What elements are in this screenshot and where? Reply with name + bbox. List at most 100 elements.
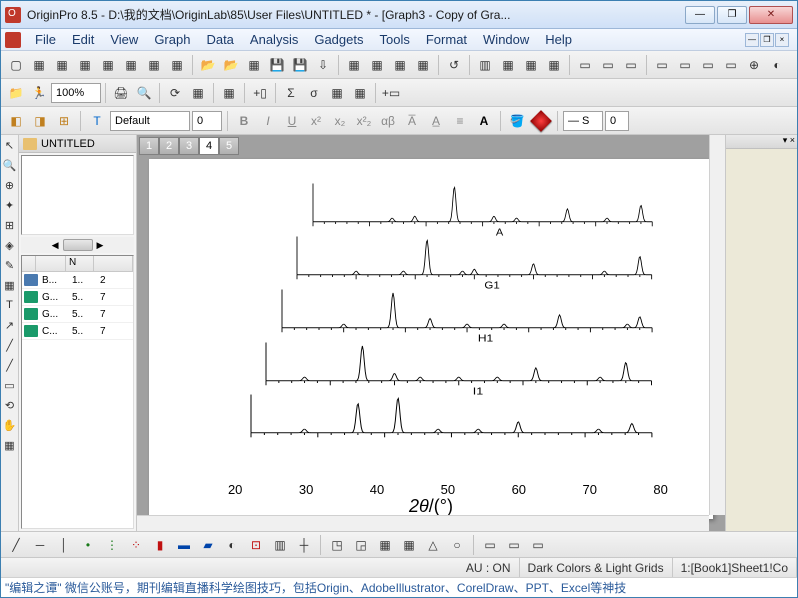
align-button[interactable]: ≡ bbox=[449, 110, 471, 132]
minimize-button[interactable]: ― bbox=[685, 6, 715, 24]
underline-button[interactable]: U bbox=[281, 110, 303, 132]
new-matrix-button[interactable]: ▦ bbox=[97, 54, 119, 76]
new-excel-button[interactable]: ▦ bbox=[51, 54, 73, 76]
layer-tab-3[interactable]: 3 bbox=[179, 137, 199, 155]
panel-close-icon[interactable]: ▾ × bbox=[783, 135, 795, 148]
axis-button[interactable]: ⊞ bbox=[53, 110, 75, 132]
menu-analysis[interactable]: Analysis bbox=[242, 30, 306, 49]
scatter-plot-button[interactable]: • bbox=[77, 534, 99, 556]
draw-tool-icon[interactable]: ✎ bbox=[2, 257, 18, 273]
stats3-button[interactable]: ▦ bbox=[326, 82, 348, 104]
refresh-button[interactable]: ↺ bbox=[443, 54, 465, 76]
zoom-combo[interactable]: 100% bbox=[51, 83, 101, 103]
tree-scrollbar[interactable]: ◀ ▶ bbox=[21, 237, 134, 253]
line-tool-icon[interactable]: ╱ bbox=[2, 337, 18, 353]
contour-button[interactable]: ◳ bbox=[326, 534, 348, 556]
menu-graph[interactable]: Graph bbox=[146, 30, 198, 49]
list-item[interactable]: C...5..7 bbox=[22, 323, 133, 340]
template2-button[interactable]: ▭ bbox=[503, 534, 525, 556]
data-reader-icon[interactable]: ⊞ bbox=[2, 217, 18, 233]
add-inset-button[interactable]: ▭ bbox=[697, 54, 719, 76]
bold-button[interactable]: B bbox=[233, 110, 255, 132]
italic-button[interactable]: I bbox=[257, 110, 279, 132]
project-tree[interactable] bbox=[21, 155, 134, 235]
import-single-button[interactable]: ▦ bbox=[366, 54, 388, 76]
arrow-tool-icon[interactable]: ↗ bbox=[2, 317, 18, 333]
menu-help[interactable]: Help bbox=[537, 30, 580, 49]
text-tool-button[interactable]: T bbox=[86, 110, 108, 132]
template3-button[interactable]: ▭ bbox=[527, 534, 549, 556]
add-inset2-button[interactable]: ▭ bbox=[720, 54, 742, 76]
supersubscript-button[interactable]: x²₂ bbox=[353, 110, 375, 132]
line-color-button[interactable] bbox=[530, 110, 552, 132]
3d-button[interactable]: ◲ bbox=[350, 534, 372, 556]
layout4-button[interactable]: ▦ bbox=[543, 54, 565, 76]
stats2-button[interactable]: σ bbox=[303, 82, 325, 104]
import-button[interactable]: ⇩ bbox=[312, 54, 334, 76]
subscript-button[interactable]: x₂ bbox=[329, 110, 351, 132]
stock-button[interactable]: ┼ bbox=[293, 534, 315, 556]
decrease-font-button[interactable]: A̲ bbox=[425, 110, 447, 132]
menu-tools[interactable]: Tools bbox=[372, 30, 418, 49]
code-builder-button[interactable]: ▦ bbox=[187, 82, 209, 104]
print-button[interactable]: 🖨 bbox=[110, 82, 132, 104]
increase-font-button[interactable]: A̅ bbox=[401, 110, 423, 132]
workbook-list[interactable]: N B...1..2G...5..7G...5..7C...5..7 bbox=[21, 255, 134, 529]
recalc-button[interactable]: ⟳ bbox=[164, 82, 186, 104]
layer-tab-1[interactable]: 1 bbox=[139, 137, 159, 155]
pointer-tool-icon[interactable]: ↖ bbox=[2, 137, 18, 153]
region-tool-icon[interactable]: ▦ bbox=[2, 277, 18, 293]
mask-tool-icon[interactable]: ◈ bbox=[2, 237, 18, 253]
open-button[interactable]: 📂 bbox=[197, 54, 219, 76]
list-item[interactable]: B...1..2 bbox=[22, 272, 133, 289]
vector-button[interactable]: ▦ bbox=[398, 534, 420, 556]
menu-gadgets[interactable]: Gadgets bbox=[306, 30, 371, 49]
hline-plot-button[interactable]: ─ bbox=[29, 534, 51, 556]
stats-button[interactable]: Σ bbox=[280, 82, 302, 104]
menu-file[interactable]: File bbox=[27, 30, 64, 49]
mdi-close-button[interactable]: × bbox=[775, 33, 789, 47]
graph-page[interactable]: A G1 H1 I1 20304050607080 2θ/(°) bbox=[149, 159, 713, 519]
greek-button[interactable]: αβ bbox=[377, 110, 399, 132]
layer-tab-4[interactable]: 4 bbox=[199, 137, 219, 155]
mdi-restore-button[interactable]: ❐ bbox=[760, 33, 774, 47]
box-button[interactable]: ⊡ bbox=[245, 534, 267, 556]
results-log-button[interactable]: 🏃 bbox=[28, 82, 50, 104]
line-style-combo[interactable]: — S bbox=[563, 111, 603, 131]
rescale-button[interactable]: ⊕ bbox=[743, 54, 765, 76]
layout3-button[interactable]: ▦ bbox=[520, 54, 542, 76]
new-layout-button[interactable]: ▦ bbox=[120, 54, 142, 76]
layer-tab-2[interactable]: 2 bbox=[159, 137, 179, 155]
menu-view[interactable]: View bbox=[102, 30, 146, 49]
add-top-button[interactable]: ▭ bbox=[651, 54, 673, 76]
rotate-tool-icon[interactable]: ⟲ bbox=[2, 397, 18, 413]
line-width-combo[interactable]: 0 bbox=[605, 111, 629, 131]
column-button[interactable]: ▬ bbox=[173, 534, 195, 556]
rect-tool-icon[interactable]: ▭ bbox=[2, 377, 18, 393]
new-project-button[interactable]: ▢ bbox=[5, 54, 27, 76]
labtalk-button[interactable]: ▦ bbox=[218, 82, 240, 104]
polar-button[interactable]: ○ bbox=[446, 534, 468, 556]
line-scatter-button[interactable]: ⁘ bbox=[125, 534, 147, 556]
horizontal-scrollbar[interactable] bbox=[137, 515, 709, 531]
data-selector-icon[interactable]: ✦ bbox=[2, 197, 18, 213]
merge-button[interactable]: ▭ bbox=[597, 54, 619, 76]
vertical-scrollbar[interactable] bbox=[709, 135, 725, 515]
line2-tool-icon[interactable]: ╱ bbox=[2, 357, 18, 373]
open-template-button[interactable]: 📂 bbox=[220, 54, 242, 76]
layout1-button[interactable]: ▥ bbox=[474, 54, 496, 76]
save-template-button[interactable]: 💾 bbox=[289, 54, 311, 76]
new-function-button[interactable]: ▦ bbox=[166, 54, 188, 76]
menu-format[interactable]: Format bbox=[418, 30, 475, 49]
font-color-button[interactable]: A bbox=[473, 110, 495, 132]
extract-button[interactable]: ▭ bbox=[574, 54, 596, 76]
add-row-button[interactable]: +▭ bbox=[380, 82, 402, 104]
duplicate-button[interactable]: ▭ bbox=[620, 54, 642, 76]
spectrum-layer[interactable]: G1 bbox=[297, 235, 652, 290]
font-combo[interactable]: Default bbox=[110, 111, 190, 131]
menu-data[interactable]: Data bbox=[198, 30, 241, 49]
font-size-combo[interactable]: 0 bbox=[192, 111, 222, 131]
superscript-button[interactable]: x² bbox=[305, 110, 327, 132]
menu-window[interactable]: Window bbox=[475, 30, 537, 49]
new-workbook-button[interactable]: ▦ bbox=[28, 54, 50, 76]
